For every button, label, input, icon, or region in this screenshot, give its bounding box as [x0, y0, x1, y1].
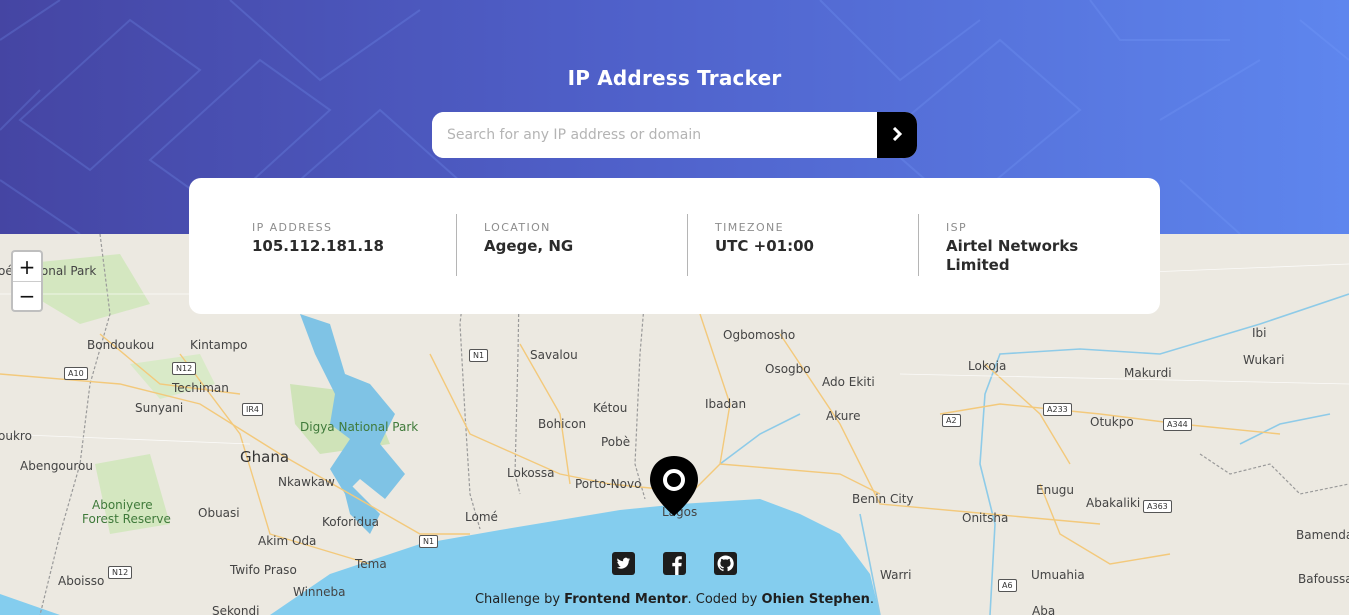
ip-address-label: IP ADDRESS	[252, 221, 333, 234]
map-label-ibi: Ibi	[1252, 326, 1267, 340]
map-label-ibadan: Ibadan	[705, 397, 747, 411]
map-label-lome: Lomé	[465, 510, 498, 524]
road-tag-a10: A10	[64, 367, 88, 380]
search-input[interactable]	[432, 112, 877, 158]
map-label-bafoussam: Bafoussam	[1298, 572, 1349, 586]
map-label-koforidua: Koforidua	[322, 515, 380, 529]
map-label-sunyani: Sunyani	[135, 401, 184, 415]
map-label-tema: Tema	[355, 557, 387, 571]
timezone-value: UTC +01:00	[715, 237, 814, 255]
map-label-porto-novo: Porto-Novo	[575, 477, 642, 491]
map-label-abengourou: Abengourou	[20, 459, 93, 473]
zoom-out-button[interactable]: −	[13, 281, 41, 310]
map-label-bohicon: Bohicon	[538, 417, 587, 431]
road-tag-ir4: IR4	[242, 403, 264, 416]
isp-value: Airtel Networks Limited	[946, 237, 1159, 275]
map-label-makurdi: Makurdi	[1124, 366, 1172, 380]
map-label-twifo: Twifo Praso	[230, 563, 297, 577]
footer-prefix: Challenge by	[474, 592, 565, 607]
map-label-benin-city: Benin City	[852, 492, 914, 506]
footer-middle: . Coded by	[687, 592, 762, 607]
map-label-pobe: Pobè	[601, 435, 631, 449]
search-bar	[432, 112, 917, 158]
social-links	[611, 551, 738, 576]
timezone-label: TIMEZONE	[715, 221, 784, 234]
chevron-right-icon	[892, 126, 903, 145]
facebook-icon[interactable]	[662, 551, 687, 576]
map-label-lokoja: Lokoja	[968, 359, 1007, 373]
map-label-akim-oda: Akim Oda	[258, 534, 317, 548]
road-tag-n1-south: N1	[419, 535, 439, 548]
map-label-warri: Warri	[880, 568, 912, 582]
map-label-enugu: Enugu	[1036, 483, 1075, 497]
map-label-digya: Digya National Park	[300, 420, 419, 434]
ip-address-value: 105.112.181.18	[252, 237, 384, 255]
map-label-onitsha: Onitsha	[962, 511, 1009, 525]
author-link[interactable]: Ohien Stephen	[762, 592, 870, 607]
road-tag-a363: A363	[1143, 500, 1172, 513]
location-label: LOCATION	[484, 221, 551, 234]
map-label-ketou: Kétou	[593, 401, 628, 415]
location-section: LOCATION Agege, NG	[457, 214, 687, 276]
road-tag-a344: A344	[1163, 418, 1192, 431]
map-label-umuahia: Umuahia	[1031, 568, 1085, 582]
frontend-mentor-link[interactable]: Frontend Mentor	[564, 592, 687, 607]
map-label-osogbo: Osogbo	[765, 362, 811, 376]
isp-value-line-1: Airtel Networks	[946, 237, 1079, 255]
map-label-akure: Akure	[826, 409, 861, 423]
isp-value-line-2: Limited	[946, 256, 1010, 274]
road-tag-n1: N1	[469, 349, 489, 362]
road-tag-n12: N12	[172, 362, 197, 375]
location-pin-icon[interactable]	[648, 454, 700, 522]
map-label-wukari: Wukari	[1243, 353, 1285, 367]
map-label-abakaliki: Abakaliki	[1086, 496, 1141, 510]
road-tag-n12-south: N12	[108, 566, 133, 579]
isp-section: ISP Airtel Networks Limited	[919, 214, 1159, 276]
map-label-kintampo: Kintampo	[190, 338, 248, 352]
timezone-section: TIMEZONE UTC +01:00	[688, 214, 918, 276]
road-tag-a6: A6	[998, 579, 1017, 592]
map-label-ghana: Ghana	[240, 448, 290, 466]
ip-info-card: IP ADDRESS 105.112.181.18 LOCATION Agege…	[189, 178, 1160, 314]
location-value: Agege, NG	[484, 237, 574, 255]
footer-attribution: Challenge by Frontend Mentor. Coded by O…	[0, 592, 1349, 607]
map-label-aboisso: Aboisso	[58, 574, 105, 588]
zoom-in-button[interactable]: +	[13, 252, 41, 281]
map-label-aboniyere-2: Forest Reserve	[82, 512, 171, 526]
road-tag-a233: A233	[1043, 403, 1072, 416]
map-label-bondoukou: Bondoukou	[87, 338, 155, 352]
map-label-ado-ekiti: Ado Ekiti	[822, 375, 875, 389]
page-title: IP Address Tracker	[567, 66, 782, 90]
map-label-techiman: Techiman	[172, 381, 229, 395]
map-label-bamenda: Bamenda	[1296, 528, 1349, 542]
github-icon[interactable]	[713, 551, 738, 576]
search-submit-button[interactable]	[877, 112, 917, 158]
map-label-obuasi: Obuasi	[198, 506, 240, 520]
map-label-kroukro: oukro	[0, 429, 32, 443]
isp-label: ISP	[946, 221, 968, 234]
ip-address-section: IP ADDRESS 105.112.181.18	[189, 214, 456, 276]
map-label-aboniyere-1: Aboniyere	[92, 498, 153, 512]
footer-suffix: .	[869, 592, 875, 607]
map-zoom-controls: + −	[11, 250, 43, 312]
map-label-lokossa: Lokossa	[507, 466, 555, 480]
road-tag-a2: A2	[942, 414, 961, 427]
map-label-savalou: Savalou	[530, 348, 578, 362]
twitter-icon[interactable]	[611, 551, 636, 576]
map-label-otukpo: Otukpo	[1090, 415, 1134, 429]
map-label-ogbomosho: Ogbomosho	[723, 328, 796, 342]
map-label-nkawkaw: Nkawkaw	[278, 475, 335, 489]
